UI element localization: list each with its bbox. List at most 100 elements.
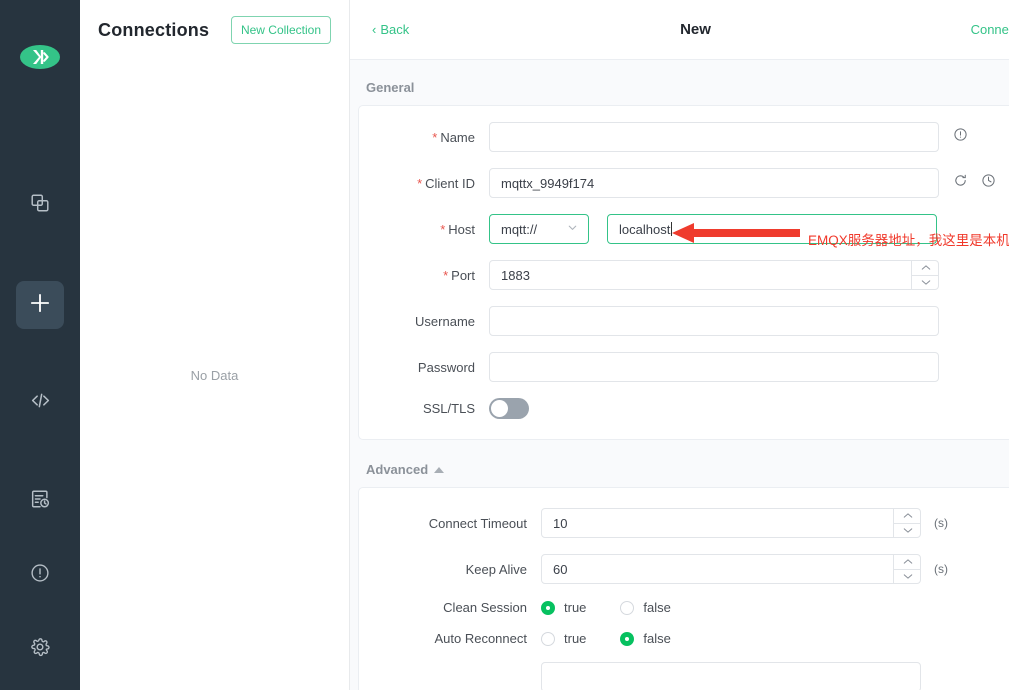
advanced-section: Advanced Connect Timeout 10 (s) Keep Ali…	[350, 440, 1009, 690]
field-row-next-partial	[381, 662, 996, 690]
sidebar-items	[0, 111, 80, 551]
advanced-card: Connect Timeout 10 (s) Keep Alive 60 (s)…	[358, 487, 1009, 690]
field-row-name: * Name	[381, 122, 996, 152]
port-stepper	[911, 260, 939, 290]
ssl-tls-toggle-knob	[491, 400, 508, 417]
host-protocol-select[interactable]: mqtt://	[489, 214, 589, 244]
client-id-input[interactable]	[489, 168, 939, 198]
required-marker: *	[417, 175, 423, 191]
back-label: Back	[380, 22, 410, 37]
triangle-up-icon	[434, 466, 445, 473]
clean-session-radio-false[interactable]: false	[620, 600, 671, 615]
next-field-wrap	[541, 662, 921, 690]
required-marker: *	[443, 267, 449, 283]
auto-reconnect-label: Auto Reconnect	[434, 631, 527, 646]
page-title: Connections	[98, 19, 210, 40]
form-scroll-area[interactable]: General * Name * Client ID mqttx_9949f17…	[350, 60, 1009, 690]
next-field-input[interactable]	[541, 662, 921, 690]
general-section-label: General	[366, 80, 415, 95]
name-input[interactable]	[489, 122, 939, 152]
mqttx-window: Connections New Collection No Data ‹ Bac…	[0, 0, 1009, 690]
required-marker: *	[432, 129, 438, 145]
sidebar-item-settings[interactable]	[16, 625, 64, 673]
password-label: Password	[417, 359, 475, 375]
connections-empty-state: No Data	[190, 368, 239, 383]
log-clock-icon	[29, 488, 51, 515]
sidebar-item-new-connection[interactable]	[16, 281, 64, 329]
radio-dot	[541, 631, 555, 646]
connect-button[interactable]: Connect	[971, 22, 1009, 37]
client-id-label: * Client ID	[417, 175, 475, 191]
text-caret	[671, 222, 673, 236]
new-collection-button[interactable]: New Collection	[230, 16, 331, 44]
mqttx-logo	[20, 45, 60, 69]
code-icon	[29, 389, 52, 417]
clean-session-radio-true[interactable]: true	[541, 600, 586, 615]
advanced-section-toggle[interactable]: Advanced	[358, 440, 1009, 487]
client-id-field-icons	[953, 173, 996, 193]
port-stepper-down[interactable]	[912, 276, 939, 291]
connect-timeout-label: Connect Timeout	[428, 515, 527, 531]
field-row-username: Username	[381, 306, 996, 336]
field-row-password: Password	[381, 352, 996, 382]
host-input[interactable]: localhost	[607, 214, 937, 244]
connect-timeout-stepper-up[interactable]	[894, 508, 921, 524]
keep-alive-unit: (s)	[934, 562, 948, 576]
field-row-port: * Port	[381, 260, 996, 290]
name-label: * Name	[432, 129, 475, 145]
clock-icon[interactable]	[981, 173, 996, 193]
exclamation-circle-icon[interactable]	[953, 127, 968, 147]
sidebar-item-script[interactable]	[16, 379, 64, 427]
username-label: Username	[415, 313, 475, 329]
clean-session-false-label: false	[643, 600, 671, 615]
auto-reconnect-radio-true[interactable]: true	[541, 631, 586, 646]
chevron-left-icon: ‹	[372, 22, 377, 37]
general-section: General * Name * Client ID mqttx_9949f17…	[350, 60, 1009, 440]
username-input[interactable]	[489, 306, 939, 336]
form-header: ‹ Back New Connect	[350, 0, 1009, 60]
connect-timeout-input[interactable]	[541, 508, 921, 538]
field-row-ssl-tls: SSL/TLS	[381, 398, 996, 419]
field-row-clean-session: Clean Session true false	[381, 600, 996, 615]
keep-alive-stepper	[893, 554, 921, 584]
sidebar-bottom-items	[0, 551, 80, 695]
refresh-icon[interactable]	[953, 173, 968, 193]
connections-header: Connections New Collection	[80, 0, 349, 60]
radio-dot	[620, 600, 635, 615]
required-marker: *	[440, 221, 446, 237]
advanced-section-label: Advanced	[366, 462, 429, 477]
host-protocol-value: mqtt://	[501, 221, 538, 237]
port-stepper-up[interactable]	[912, 260, 939, 276]
connect-timeout-field-wrap	[541, 508, 921, 538]
chevron-down-icon	[566, 221, 579, 237]
form-title: New	[680, 21, 711, 38]
sidebar-item-connections[interactable]	[16, 181, 64, 229]
back-button[interactable]: ‹ Back	[372, 22, 409, 37]
keep-alive-label: Keep Alive	[465, 561, 527, 577]
keep-alive-input[interactable]	[541, 554, 921, 584]
connect-timeout-stepper-down[interactable]	[894, 524, 921, 539]
field-row-keep-alive: Keep Alive 60 (s)	[381, 554, 996, 584]
gear-icon	[29, 636, 51, 663]
host-label: * Host	[440, 221, 475, 237]
keep-alive-stepper-up[interactable]	[894, 554, 921, 570]
radio-dot	[620, 631, 635, 646]
sidebar-item-about[interactable]	[16, 551, 64, 599]
auto-reconnect-radio-false[interactable]: false	[620, 631, 671, 646]
stack-icon	[29, 192, 51, 219]
password-input[interactable]	[489, 352, 939, 382]
auto-reconnect-false-label: false	[643, 631, 671, 646]
connect-timeout-unit: (s)	[934, 516, 948, 530]
port-input[interactable]	[489, 260, 939, 290]
port-label: * Port	[443, 267, 475, 283]
connect-timeout-stepper	[893, 508, 921, 538]
field-row-auto-reconnect: Auto Reconnect true false	[381, 631, 996, 646]
logo-glyph	[33, 50, 49, 64]
ssl-tls-toggle[interactable]	[489, 398, 529, 419]
clean-session-true-label: true	[564, 600, 587, 615]
keep-alive-stepper-down[interactable]	[894, 570, 921, 585]
sidebar-item-log[interactable]	[16, 477, 64, 525]
plus-icon	[27, 290, 53, 321]
keep-alive-field-wrap	[541, 554, 921, 584]
sidebar-rail	[0, 0, 80, 690]
